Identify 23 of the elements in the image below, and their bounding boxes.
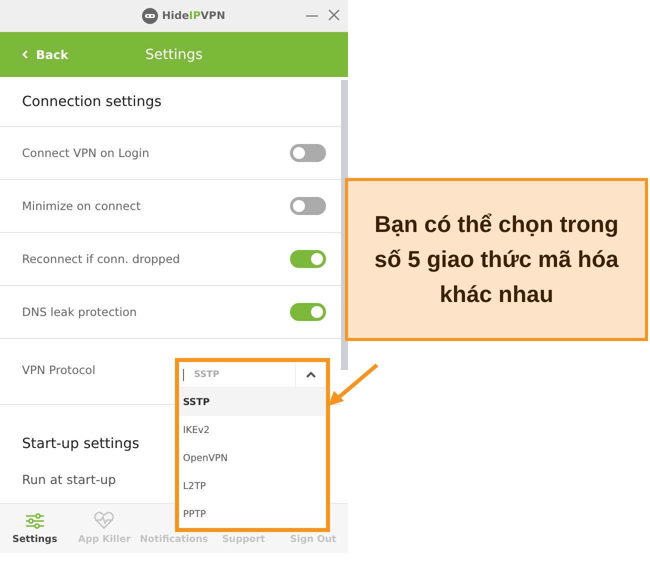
setting-label: Connect VPN on Login (22, 146, 150, 160)
chevron-up-icon (306, 371, 316, 378)
app-logo-text: HideIPVPN (162, 10, 226, 22)
dropdown-option[interactable]: SSTP (179, 388, 326, 416)
chevron-left-icon (22, 50, 28, 59)
heart-pulse-icon[interactable] (94, 511, 114, 529)
section-heading: Connection settings (22, 94, 162, 110)
toggle-switch[interactable] (290, 250, 326, 268)
callout-text: Bạn có thể chọn trong số 5 giao thức mã hóa khác nhau (373, 210, 620, 309)
sliders-icon[interactable] (24, 513, 45, 529)
toggle-switch[interactable] (290, 144, 326, 162)
page-title: Settings (145, 46, 203, 62)
setting-label: VPN Protocol (22, 363, 96, 377)
toggle-switch[interactable] (290, 303, 326, 321)
setting-label: Run at start-up (22, 472, 116, 487)
logo-icon (142, 8, 158, 24)
nav-tab[interactable]: Settings (12, 534, 58, 545)
setting-label: DNS leak protection (22, 305, 137, 319)
setting-label: Minimize on connect (22, 199, 141, 213)
toggle-switch[interactable] (290, 197, 326, 215)
setting-label: Reconnect if conn. dropped (22, 252, 180, 266)
section-heading: Start-up settings (22, 436, 140, 452)
close-icon[interactable] (328, 9, 340, 21)
